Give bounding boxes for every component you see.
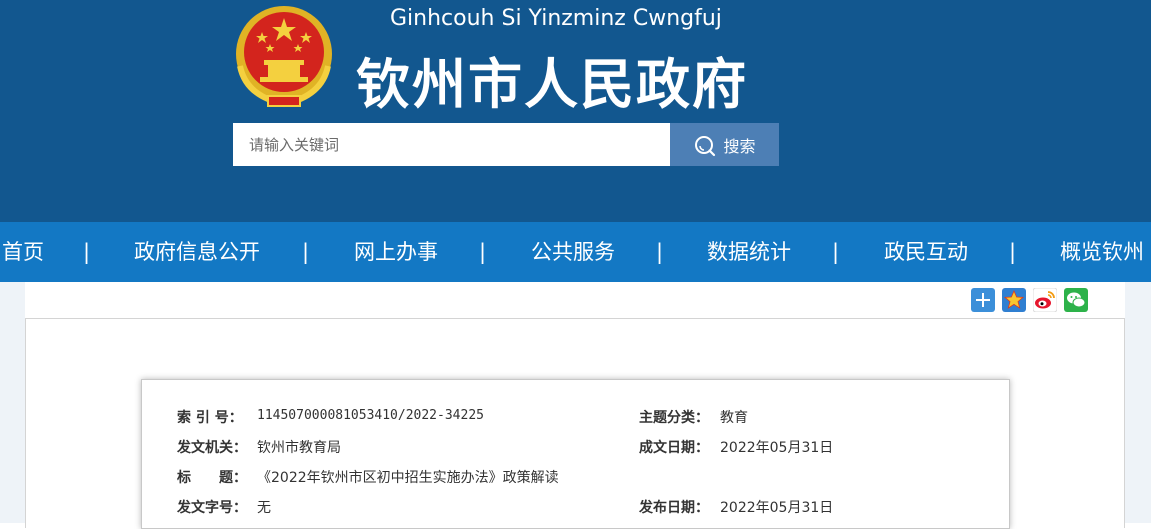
nav-item-statistics[interactable]: 数据统计 [707, 222, 791, 282]
site-pinyin-title: Ginhcouh Si Yinzminz Cwngfuj [390, 6, 722, 31]
star-icon[interactable] [1002, 288, 1026, 312]
weibo-icon[interactable] [1033, 288, 1057, 312]
created-date-label: 成文日期： [639, 440, 709, 456]
plus-icon[interactable] [971, 288, 995, 312]
nav-item-overview[interactable]: 概览钦州 [1060, 222, 1144, 282]
category-value: 教育 [720, 410, 748, 426]
document-meta-panel: 索 引 号： 114507000081053410/2022-34225 主题分… [141, 379, 1010, 529]
wechat-icon[interactable] [1064, 288, 1088, 312]
nav-separator: | [302, 240, 310, 264]
category-label: 主题分类： [639, 410, 709, 426]
site-title: 钦州市人民政府 [356, 53, 748, 116]
published-date-value: 2022年05月31日 [720, 500, 834, 516]
nav-item-home[interactable]: 首页 [2, 222, 44, 282]
nav-item-gov-info[interactable]: 政府信息公开 [134, 222, 260, 282]
nav-separator: | [479, 240, 487, 264]
issuer-label: 发文机关： [177, 440, 247, 456]
index-label: 索 引 号： [177, 410, 243, 426]
nav-separator: | [1009, 240, 1017, 264]
nav-separator: | [656, 240, 664, 264]
site-header: Ginhcouh Si Yinzminz Cwngfuj 钦州市人民政府 搜索 [0, 0, 1151, 222]
main-nav: 首页 | 政府信息公开 | 网上办事 | 公共服务 | 数据统计 | 政民互动 … [0, 222, 1151, 282]
nav-item-interaction[interactable]: 政民互动 [884, 222, 968, 282]
created-date-value: 2022年05月31日 [720, 440, 834, 456]
search-icon [695, 135, 716, 156]
issuer-value: 钦州市教育局 [257, 440, 341, 456]
nav-separator: | [832, 240, 840, 264]
title-value: 《2022年钦州市区初中招生实施办法》政策解读 [257, 470, 559, 486]
published-date-label: 发布日期： [639, 500, 709, 516]
national-emblem-icon [236, 6, 332, 108]
title-label: 标 题： [177, 470, 247, 486]
search-button[interactable]: 搜索 [670, 123, 779, 166]
index-value: 114507000081053410/2022-34225 [257, 408, 484, 423]
search-input[interactable] [233, 123, 670, 166]
doc-number-value: 无 [257, 500, 271, 516]
nav-separator: | [83, 240, 91, 264]
nav-item-public-services[interactable]: 公共服务 [531, 222, 615, 282]
doc-number-label: 发文字号： [177, 500, 247, 516]
nav-item-online-services[interactable]: 网上办事 [354, 222, 438, 282]
search-button-label: 搜索 [723, 136, 756, 156]
